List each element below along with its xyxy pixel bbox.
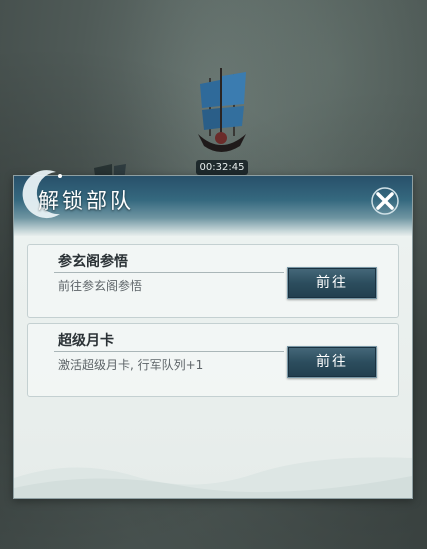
card-title: 参玄阁参悟: [58, 254, 128, 270]
card-super-monthly: 超级月卡 激活超级月卡, 行军队列+1 前往: [27, 323, 399, 397]
card-divider: [54, 351, 284, 352]
close-icon[interactable]: [370, 186, 400, 216]
dialog-header: 解锁部队: [14, 170, 412, 236]
card-title: 超级月卡: [58, 333, 114, 349]
unlock-troops-dialog: 解锁部队 参玄阁参悟 前往参玄阁参悟 前往 超级月卡 激活超级月卡, 行军队列+…: [13, 170, 413, 499]
card-description: 前往参玄阁参悟: [58, 279, 143, 293]
go-button-canxuange[interactable]: 前往: [287, 267, 377, 299]
march-timer: 00:32:45: [196, 160, 248, 175]
go-button-super-monthly[interactable]: 前往: [287, 346, 377, 378]
card-canxuange: 参玄阁参悟 前往参玄阁参悟 前往: [27, 244, 399, 318]
card-description: 激活超级月卡, 行军队列+1: [58, 358, 204, 372]
ship-icon[interactable]: [190, 64, 252, 160]
card-divider: [54, 272, 284, 273]
wave-decoration: [14, 457, 412, 498]
dialog-title: 解锁部队: [38, 189, 134, 213]
